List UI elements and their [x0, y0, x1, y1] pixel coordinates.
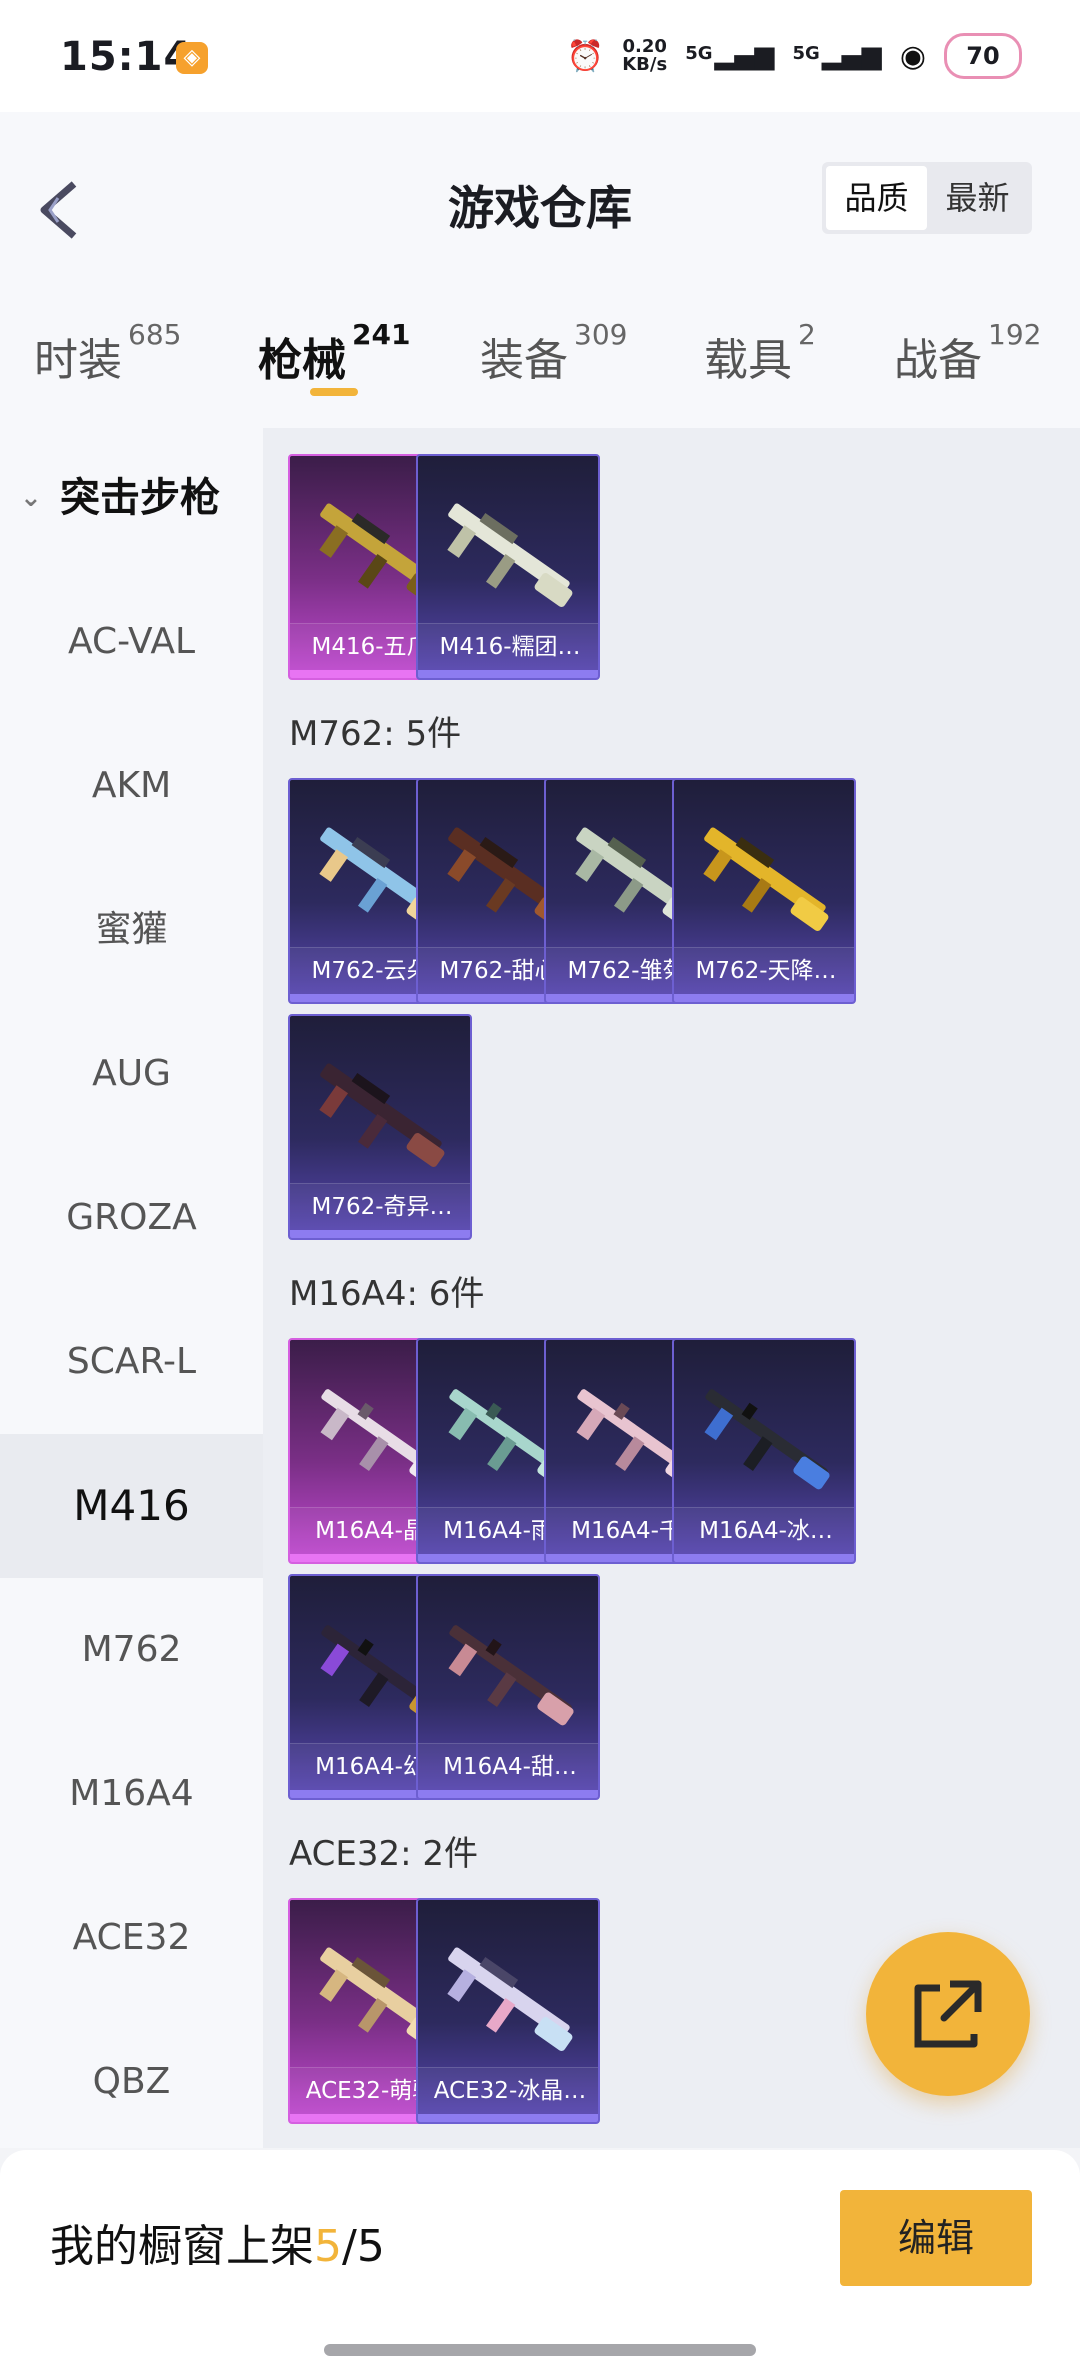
showcase-label: 我的橱窗上架: [50, 2221, 314, 2272]
skin-name: M762-天降…: [674, 947, 854, 994]
sim2-signal: 5G ▂▄▆: [793, 43, 882, 69]
tab-label: 时装: [34, 335, 122, 386]
chevron-down-icon: ⌄: [20, 483, 42, 513]
tab-vehicles[interactable]: 载具2: [704, 318, 816, 388]
section-title-m762: M762: 5件: [289, 714, 462, 754]
tab-count: 2: [798, 318, 816, 351]
rarity-strip: [290, 1230, 470, 1238]
sidebar-item-m16a4[interactable]: M16A4: [0, 1722, 263, 1866]
sidebar-group-label: 突击步枪: [60, 475, 220, 521]
rarity-strip: [418, 670, 598, 678]
rifle-icon: [704, 1389, 830, 1490]
tab-label: 装备: [480, 335, 568, 386]
rifle-icon: [447, 503, 573, 607]
sim1-label: 5G: [685, 43, 713, 64]
top-bar: 游戏仓库 品质 最新: [0, 112, 1080, 288]
wifi-icon: ◉: [899, 38, 926, 74]
signal-bars-icon: ▂▄▆: [821, 41, 882, 71]
skin-card[interactable]: M416-糯团…: [416, 454, 600, 680]
rifle-icon: [703, 827, 829, 931]
category-tabs: 时装685 枪械241 装备309 载具2 战备192: [0, 288, 1080, 428]
tab-count: 309: [574, 318, 628, 351]
sidebar-item-qbz[interactable]: QBZ: [0, 2010, 263, 2154]
sidebar-item-groza[interactable]: GROZA: [0, 1146, 263, 1290]
sidebar-item-m762[interactable]: M762: [0, 1578, 263, 1722]
rarity-strip: [674, 994, 854, 1002]
skin-name: M762-奇异…: [290, 1183, 470, 1230]
sim1-signal: 5G ▂▄▆: [685, 43, 774, 69]
active-tab-indicator: [310, 388, 358, 396]
weapon-sidebar: ⌄ 突击步枪 AC-VAL AKM 蜜獾 AUG GROZA SCAR-L M4…: [0, 428, 263, 2148]
sidebar-item-aug[interactable]: AUG: [0, 1002, 263, 1146]
showcase-shown-count: 5: [314, 2221, 342, 2272]
sim2-label: 5G: [792, 43, 820, 64]
skin-name: M16A4-甜…: [418, 1743, 598, 1790]
tab-label: 载具: [704, 335, 792, 386]
share-fab-button[interactable]: [866, 1932, 1030, 2096]
rarity-strip: [674, 1554, 854, 1562]
tab-equipment[interactable]: 装备309: [480, 318, 627, 388]
rarity-strip: [418, 1790, 598, 1798]
network-speed: 0.20 KB/s: [622, 38, 667, 74]
rifle-icon: [448, 1625, 574, 1726]
showcase-status: 我的橱窗上架5/5: [50, 2210, 385, 2274]
skin-card[interactable]: M16A4-甜…: [416, 1574, 600, 1800]
status-icons: ⏰ 0.20 KB/s 5G ▂▄▆ 5G ▂▄▆ ◉ 70: [566, 33, 1022, 79]
sort-quality-button[interactable]: 品质: [826, 166, 927, 230]
network-speed-unit: KB/s: [622, 54, 668, 75]
home-indicator[interactable]: [324, 2344, 756, 2356]
app-notification-icon: ◈: [176, 42, 208, 74]
section-title-m16a4: M16A4: 6件: [289, 1274, 485, 1314]
tab-label: 战备: [894, 335, 982, 386]
tab-count: 192: [988, 318, 1042, 351]
skin-card[interactable]: M762-奇异…: [288, 1014, 472, 1240]
showcase-bar: 我的橱窗上架5/5 编辑: [0, 2150, 1080, 2376]
showcase-total-count: 5: [356, 2221, 385, 2272]
sidebar-item-scar-l[interactable]: SCAR-L: [0, 1290, 263, 1434]
edit-button[interactable]: 编辑: [840, 2190, 1032, 2286]
rifle-icon: [319, 1063, 445, 1167]
signal-bars-icon: ▂▄▆: [714, 41, 775, 71]
alarm-icon: ⏰: [566, 38, 605, 74]
status-bar: 15:14 ◈ ⏰ 0.20 KB/s 5G ▂▄▆ 5G ▂▄▆ ◉ 70: [0, 0, 1080, 112]
skin-card[interactable]: M16A4-冰…: [672, 1338, 856, 1564]
sort-toggle: 品质 最新: [822, 162, 1032, 234]
skin-name: ACE32-冰晶…: [418, 2067, 598, 2114]
skin-name: M16A4-冰…: [674, 1507, 854, 1554]
tab-count: 685: [128, 318, 182, 351]
skin-card[interactable]: ACE32-冰晶…: [416, 1898, 600, 2124]
rarity-strip: [418, 2114, 598, 2122]
skin-name: M416-糯团…: [418, 623, 598, 670]
section-title-ace32: ACE32: 2件: [289, 1834, 479, 1874]
sidebar-item-ace32[interactable]: ACE32: [0, 1866, 263, 2010]
sidebar-item-honey-badger[interactable]: 蜜獾: [0, 858, 263, 1002]
sidebar-item-m416[interactable]: M416: [0, 1434, 263, 1578]
tab-guns[interactable]: 枪械241: [258, 318, 410, 388]
clock: 15:14: [60, 34, 193, 80]
share-icon: [914, 1980, 982, 2048]
tab-label: 枪械: [258, 335, 346, 386]
sidebar-item-ac-val[interactable]: AC-VAL: [0, 570, 263, 714]
tab-count: 241: [352, 318, 411, 351]
skin-grid: 6级 M416-五爪… M416-糯团… M762: 5件 M762-云朵鹅 M…: [263, 428, 1080, 2148]
sidebar-item-akm[interactable]: AKM: [0, 714, 263, 858]
showcase-separator: /: [342, 2221, 357, 2272]
skin-card[interactable]: M762-天降…: [672, 778, 856, 1004]
tab-fashion[interactable]: 时装685: [34, 318, 181, 388]
rifle-icon: [447, 1947, 573, 2051]
sort-newest-button[interactable]: 最新: [927, 166, 1028, 230]
tab-supplies[interactable]: 战备192: [894, 318, 1041, 388]
sidebar-group-assault-rifles[interactable]: ⌄ 突击步枪: [0, 458, 263, 538]
battery-indicator: 70: [944, 33, 1022, 79]
